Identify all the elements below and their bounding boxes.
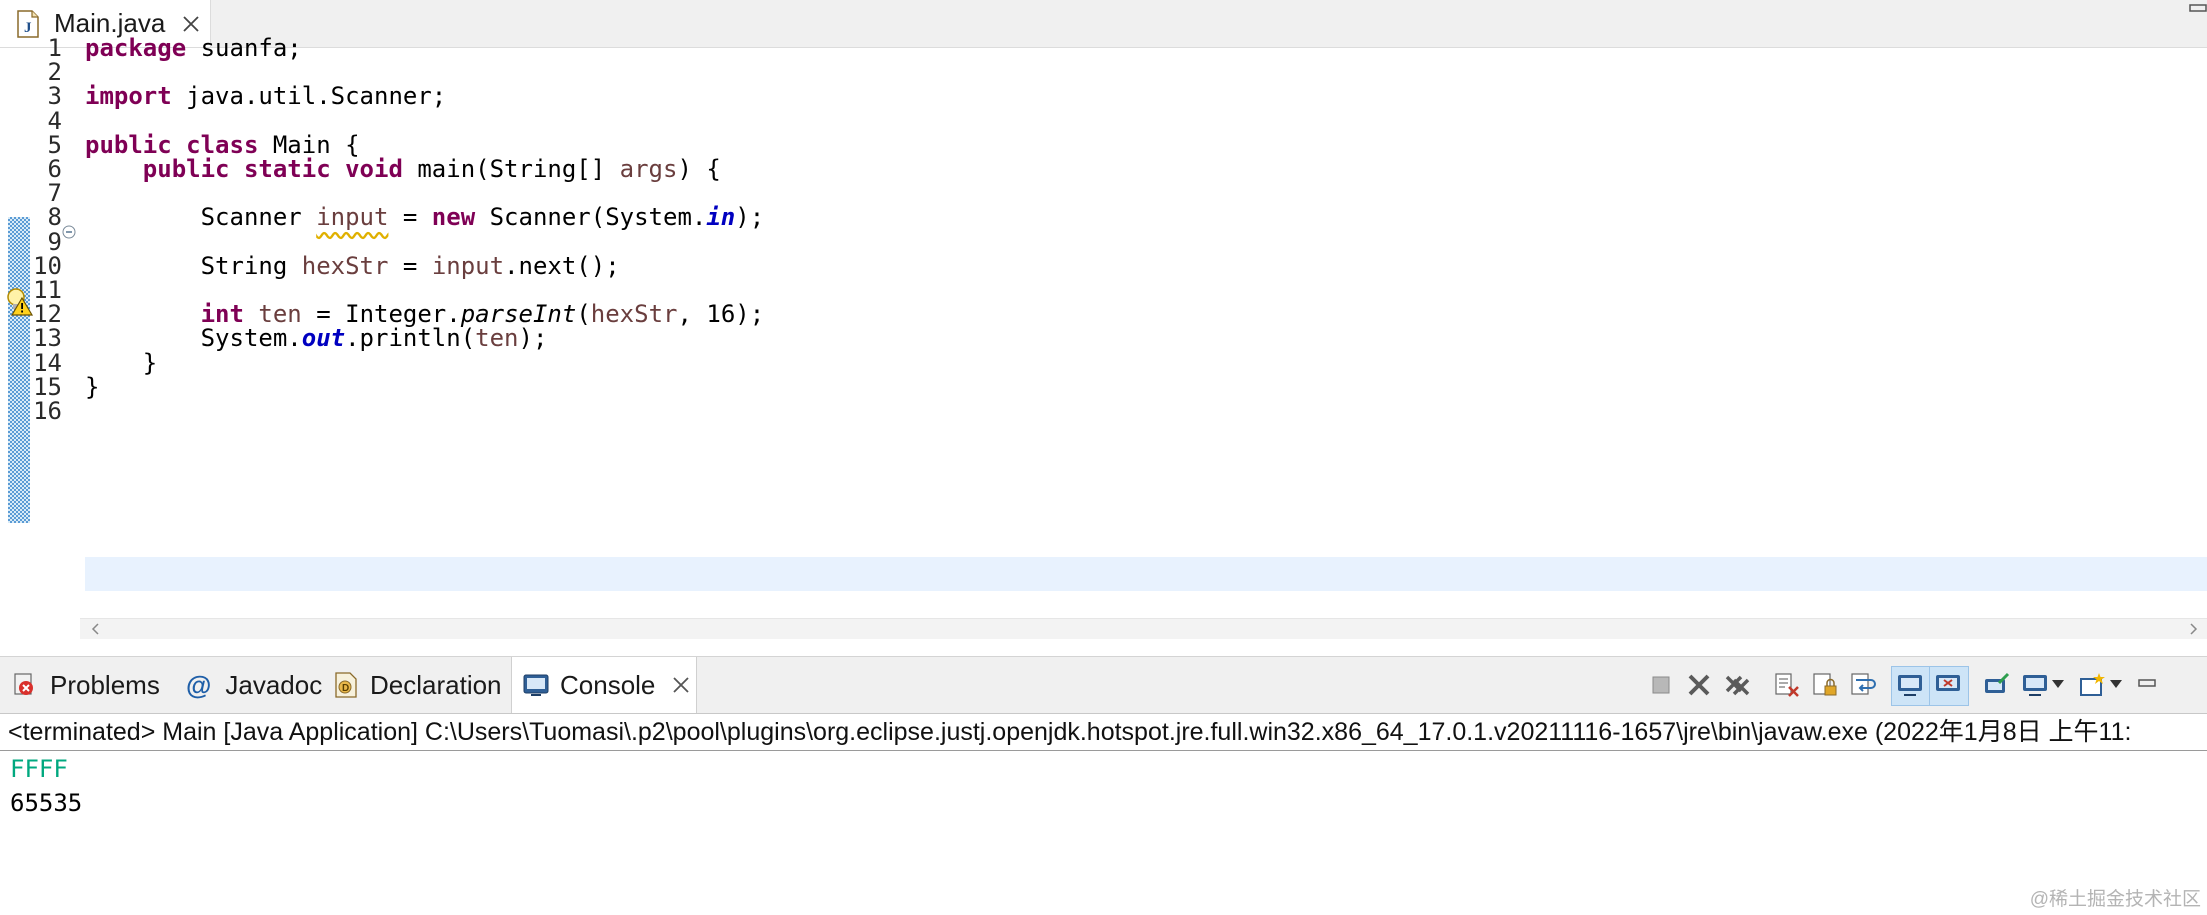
code-line[interactable]: Scanner input = new Scanner(System.in); xyxy=(85,200,765,234)
editor-tab-bar: J Main.java xyxy=(0,0,2207,48)
tab-label: Problems xyxy=(50,669,160,700)
scroll-right-icon[interactable] xyxy=(2187,623,2199,635)
code-token: hexStr xyxy=(301,251,389,280)
line-number: 16 xyxy=(33,397,62,425)
clear-console-icon[interactable] xyxy=(1773,671,1801,699)
tab-label: Declaration xyxy=(370,669,502,700)
code-token: main(String[] xyxy=(402,155,620,183)
code-token: ); xyxy=(518,324,548,353)
console-input-line: FFFF xyxy=(10,755,68,783)
code-token: } xyxy=(85,372,100,401)
close-icon[interactable] xyxy=(671,675,691,695)
tab-console[interactable]: Console xyxy=(511,657,697,713)
collapse-icon[interactable] xyxy=(62,225,76,239)
console-header-divider xyxy=(0,750,2207,751)
code-token: import xyxy=(85,82,172,111)
code-token: suanfa; xyxy=(186,34,302,62)
code-token: java.util.Scanner; xyxy=(171,82,447,111)
problems-icon xyxy=(14,673,33,695)
maximize-icon[interactable] xyxy=(2189,4,2207,16)
code-line[interactable]: } xyxy=(85,370,99,404)
code-token: input xyxy=(431,251,505,280)
code-token: in xyxy=(706,203,736,232)
code-token: ( xyxy=(576,300,591,329)
code-editor[interactable]: 1 2 3 4 5 6 7 8 9 10 11 12 13 14 15 16 package suanfa; i… xyxy=(0,34,2207,639)
code-token: static xyxy=(243,155,331,183)
console-icon xyxy=(523,674,549,696)
code-token: new xyxy=(431,203,476,232)
horizontal-scrollbar[interactable] xyxy=(80,618,2207,639)
code-token: package xyxy=(85,34,187,62)
code-token: Scanner xyxy=(85,203,317,232)
code-token: = xyxy=(388,251,432,280)
code-line[interactable]: package suanfa; xyxy=(85,31,302,65)
open-console-icon[interactable] xyxy=(2079,671,2107,699)
code-token: , 16); xyxy=(677,300,765,329)
tab-problems[interactable]: Problems xyxy=(12,657,160,713)
console-process-description: <terminated> Main [Java Application] C:\… xyxy=(8,718,2132,746)
code-token: .println( xyxy=(345,324,476,353)
declaration-icon: D xyxy=(335,672,357,698)
code-line[interactable]: import java.util.Scanner; xyxy=(85,79,446,113)
views-tab-bar: Problems @ Javadoc D Declaration Console xyxy=(0,657,2207,714)
watermark: @稀土掘金技术社区 xyxy=(2029,889,2201,910)
scroll-lock-icon[interactable] xyxy=(1811,671,1839,699)
pin-console-icon[interactable] xyxy=(1983,671,2011,699)
stdout-console-icon xyxy=(1898,675,1922,696)
code-token: public xyxy=(142,155,230,183)
code-line[interactable]: String hexStr = input.next(); xyxy=(85,249,620,283)
stderr-console-icon xyxy=(1936,675,1960,691)
code-token: .next(); xyxy=(504,251,620,280)
terminate-icon[interactable] xyxy=(1647,671,1675,699)
svg-text:D: D xyxy=(342,683,349,694)
code-token: ) { xyxy=(677,155,721,183)
code-token: out xyxy=(301,324,346,353)
chevron-down-icon[interactable] xyxy=(2109,679,2123,689)
console-output-line: 65535 xyxy=(10,789,83,817)
code-token: String xyxy=(85,251,302,280)
scroll-left-icon[interactable] xyxy=(90,623,102,635)
show-console-on-stderr-toggle[interactable] xyxy=(1929,666,1969,706)
tab-javadoc[interactable]: @ Javadoc xyxy=(186,657,322,713)
remove-all-terminated-icon[interactable] xyxy=(1723,671,1751,699)
tab-declaration[interactable]: D Declaration xyxy=(332,657,502,713)
code-line[interactable]: public static void main(String[] args) { xyxy=(85,152,721,186)
minimize-icon[interactable] xyxy=(2137,671,2157,699)
code-token: = xyxy=(388,203,432,232)
code-token: Scanner(System. xyxy=(475,203,707,232)
code-token: void xyxy=(345,155,403,183)
tab-label: Javadoc xyxy=(225,669,323,700)
code-token: ten xyxy=(475,324,519,353)
show-console-on-stdout-toggle[interactable] xyxy=(1891,666,1931,706)
chevron-down-icon[interactable] xyxy=(2051,679,2065,689)
code-token: hexStr xyxy=(590,300,678,329)
display-selected-console-icon[interactable] xyxy=(2021,671,2049,699)
javadoc-icon: @ xyxy=(186,669,212,700)
word-wrap-icon[interactable] xyxy=(1849,671,1877,699)
console-output-area[interactable]: <terminated> Main [Java Application] C:\… xyxy=(0,714,2207,915)
code-token: args xyxy=(619,155,678,183)
console-toolbar xyxy=(1647,657,2207,713)
tab-label: Console xyxy=(560,669,656,700)
code-token: ); xyxy=(735,203,765,232)
remove-launch-icon[interactable] xyxy=(1685,671,1713,699)
code-token: input xyxy=(316,203,389,232)
current-line-highlight xyxy=(85,557,2207,591)
